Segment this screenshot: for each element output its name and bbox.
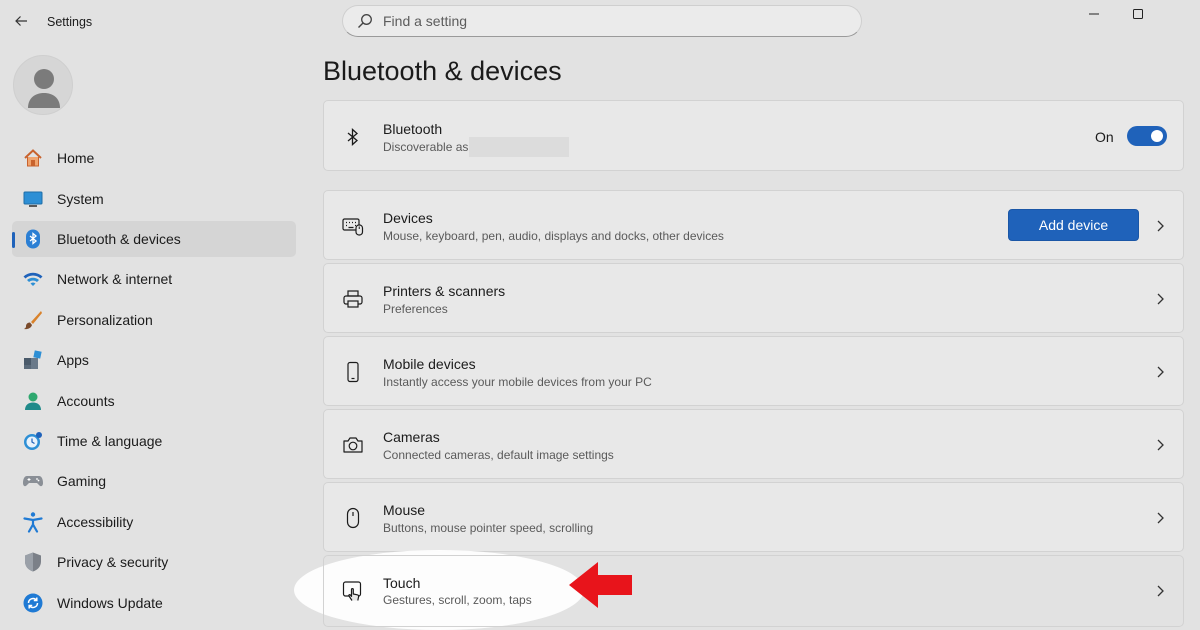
- home-icon: [22, 147, 44, 169]
- touch-subtitle: Gestures, scroll, zoom, taps: [383, 593, 532, 607]
- bluetooth-icon: [341, 125, 365, 149]
- brush-icon: [22, 309, 44, 331]
- camera-icon: [341, 433, 365, 457]
- devices-subtitle: Mouse, keyboard, pen, audio, displays an…: [383, 229, 724, 243]
- sidebar-item-label: System: [57, 190, 104, 207]
- sidebar-item-gaming[interactable]: Gaming: [12, 463, 296, 500]
- title-bar: Settings: [0, 0, 1200, 44]
- search-box[interactable]: [342, 5, 862, 37]
- sidebar-item-network[interactable]: Network & internet: [12, 261, 296, 298]
- sidebar-nav: Home System Bluetooth & devices Network …: [12, 140, 296, 625]
- devices-title: Devices: [383, 210, 433, 226]
- mobile-devices-title: Mobile devices: [383, 356, 476, 372]
- mouse-card[interactable]: Mouse Buttons, mouse pointer speed, scro…: [323, 482, 1184, 552]
- sidebar-item-apps[interactable]: Apps: [12, 342, 296, 379]
- sidebar-item-label: Gaming: [57, 473, 107, 490]
- accounts-icon: [22, 390, 44, 412]
- mobile-devices-subtitle: Instantly access your mobile devices fro…: [383, 375, 652, 389]
- accessibility-icon: [22, 511, 44, 533]
- maximize-button[interactable]: [1123, 4, 1153, 24]
- minimize-button[interactable]: [1079, 4, 1109, 24]
- add-device-button[interactable]: Add device: [1008, 209, 1139, 241]
- cameras-title: Cameras: [383, 429, 440, 445]
- printers-card[interactable]: Printers & scanners Preferences: [323, 263, 1184, 333]
- chevron-right-icon: [1153, 584, 1167, 598]
- device-name-redacted: [469, 137, 569, 157]
- minimize-icon: [1089, 13, 1099, 15]
- devices-card[interactable]: Devices Mouse, keyboard, pen, audio, dis…: [323, 190, 1184, 260]
- sidebar-item-label: Personalization: [57, 311, 153, 328]
- apps-icon: [22, 349, 44, 371]
- bluetooth-toggle[interactable]: [1127, 126, 1167, 146]
- sidebar-item-home[interactable]: Home: [12, 140, 296, 177]
- bluetooth-card: Bluetooth Discoverable as On: [323, 100, 1184, 171]
- sidebar-item-label: Home: [57, 150, 95, 167]
- chevron-right-icon: [1153, 219, 1167, 233]
- chevron-right-icon: [1153, 365, 1167, 379]
- touch-card[interactable]: Touch Gestures, scroll, zoom, taps: [323, 555, 1184, 627]
- gamepad-icon: [22, 470, 44, 492]
- sidebar-item-time-language[interactable]: Time & language: [12, 423, 296, 460]
- bluetooth-subtitle: Discoverable as: [383, 140, 469, 154]
- sidebar-item-label: Apps: [57, 352, 89, 369]
- back-button[interactable]: [8, 8, 34, 34]
- app-title: Settings: [47, 15, 93, 29]
- cameras-card[interactable]: Cameras Connected cameras, default image…: [323, 409, 1184, 479]
- mouse-icon: [341, 506, 365, 530]
- phone-icon: [341, 360, 365, 384]
- system-icon: [22, 188, 44, 210]
- printers-subtitle: Preferences: [383, 302, 448, 316]
- sidebar-item-privacy-security[interactable]: Privacy & security: [12, 544, 296, 581]
- sidebar-item-windows-update[interactable]: Windows Update: [12, 584, 296, 621]
- printer-icon: [341, 287, 365, 311]
- sidebar-item-label: Bluetooth & devices: [57, 231, 181, 248]
- sidebar-item-label: Accessibility: [57, 513, 134, 530]
- search-icon: [357, 12, 375, 30]
- user-avatar[interactable]: [13, 55, 73, 115]
- shield-icon: [22, 551, 44, 573]
- sidebar-item-label: Accounts: [57, 392, 115, 409]
- sidebar-item-label: Windows Update: [57, 594, 163, 611]
- mobile-devices-card[interactable]: Mobile devices Instantly access your mob…: [323, 336, 1184, 406]
- mouse-subtitle: Buttons, mouse pointer speed, scrolling: [383, 521, 594, 535]
- chevron-right-icon: [1153, 292, 1167, 306]
- clock-globe-icon: [22, 430, 44, 452]
- wifi-icon: [22, 268, 44, 290]
- bluetooth-title: Bluetooth: [383, 121, 443, 137]
- chevron-right-icon: [1153, 511, 1167, 525]
- sidebar-item-personalization[interactable]: Personalization: [12, 302, 296, 339]
- sidebar-item-label: Privacy & security: [57, 554, 169, 571]
- mouse-title: Mouse: [383, 502, 426, 518]
- sidebar-item-accessibility[interactable]: Accessibility: [12, 504, 296, 541]
- bluetooth-icon: [22, 228, 44, 250]
- update-icon: [22, 592, 44, 614]
- sidebar-item-label: Time & language: [57, 432, 163, 449]
- sidebar-item-label: Network & internet: [57, 271, 173, 288]
- user-icon: [28, 69, 60, 108]
- sidebar-item-bluetooth-devices[interactable]: Bluetooth & devices: [12, 220, 296, 258]
- sidebar-item-system[interactable]: System: [12, 180, 296, 217]
- touch-title: Touch: [383, 575, 421, 591]
- page-title: Bluetooth & devices: [323, 56, 562, 86]
- keyboard-mouse-icon: [341, 214, 365, 238]
- toggle-knob: [1151, 130, 1163, 142]
- bluetooth-toggle-label: On: [1095, 129, 1114, 145]
- printers-title: Printers & scanners: [383, 283, 506, 299]
- red-arrow-icon: [569, 562, 632, 608]
- touch-icon: [341, 579, 365, 603]
- sidebar-item-accounts[interactable]: Accounts: [12, 382, 296, 419]
- back-arrow-icon: [15, 16, 27, 26]
- chevron-right-icon: [1153, 438, 1167, 452]
- maximize-icon: [1133, 9, 1143, 19]
- search-input[interactable]: [383, 13, 823, 29]
- cameras-subtitle: Connected cameras, default image setting…: [383, 448, 614, 462]
